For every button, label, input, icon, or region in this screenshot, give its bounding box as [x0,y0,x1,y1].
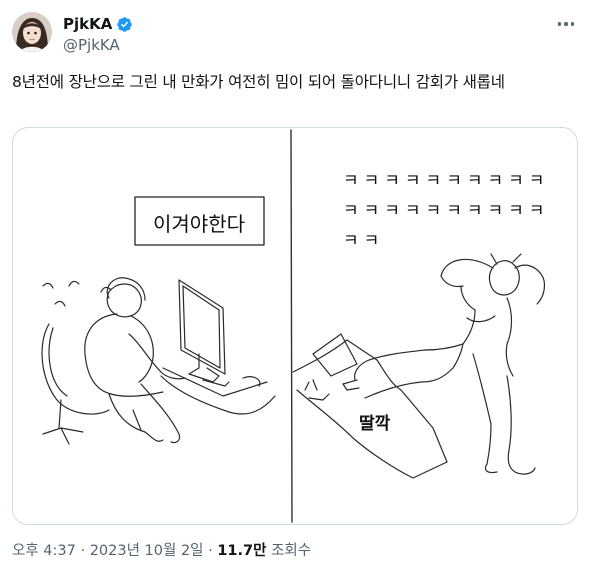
chair [41,323,110,445]
tweet-text: 8년전에 장난으로 그린 내 만화가 여전히 밈이 되어 돌아다니니 감회가 새… [12,73,505,91]
laugh-text-line-2: ㅋㅋㅋㅋㅋㅋㅋㅋㅋㅋ [343,201,549,221]
avatar[interactable] [12,12,52,52]
comic-image[interactable]: 이겨야한다 ㅋㅋㅋㅋㅋㅋㅋㅋㅋㅋ ㅋㅋㅋㅋㅋㅋㅋㅋㅋㅋ ㅋㅋ 딸깍 [12,127,578,525]
computer-desk [160,279,276,415]
more-horizontal-icon[interactable] [551,14,581,34]
tweet-date[interactable]: 2023년 10월 2일 [90,543,204,559]
meta-separator: · [80,543,86,559]
sound-effect-text: 딸깍 [359,414,391,434]
more-dot [564,22,568,26]
tweet-header: PjkKA @PjkKA [12,12,581,58]
laugh-text-line-1: ㅋㅋㅋㅋㅋㅋㅋㅋㅋㅋ [343,171,549,191]
display-name[interactable]: PjkKA [63,14,112,34]
laugh-text-line-3: ㅋㅋ [343,231,384,251]
dancing-figure [342,253,546,475]
views-count: 11.7만 [217,543,267,559]
meta-separator: · [208,543,213,559]
verified-badge-icon [116,16,133,33]
fallen-desk [292,333,448,479]
user-handle[interactable]: @PjkKA [63,35,120,55]
sweat-marks [42,280,112,307]
left-panel: 이겨야한다 [41,196,276,445]
more-dot [570,22,575,26]
right-panel: ㅋㅋㅋㅋㅋㅋㅋㅋㅋㅋ ㅋㅋㅋㅋㅋㅋㅋㅋㅋㅋ ㅋㅋ 딸깍 [292,171,549,479]
name-row: PjkKA [63,14,133,34]
tweet-meta: 오후 4:37 · 2023년 10월 2일 · 11.7만 조회수 [12,541,311,561]
tweet-time[interactable]: 오후 4:37 [12,543,76,559]
views-label: 조회수 [271,543,312,559]
speech-box-text: 이겨야한다 [153,212,245,236]
panel-divider [290,129,293,523]
avatar-image [12,12,52,52]
person-at-desk [84,277,186,444]
more-dot [557,22,562,26]
